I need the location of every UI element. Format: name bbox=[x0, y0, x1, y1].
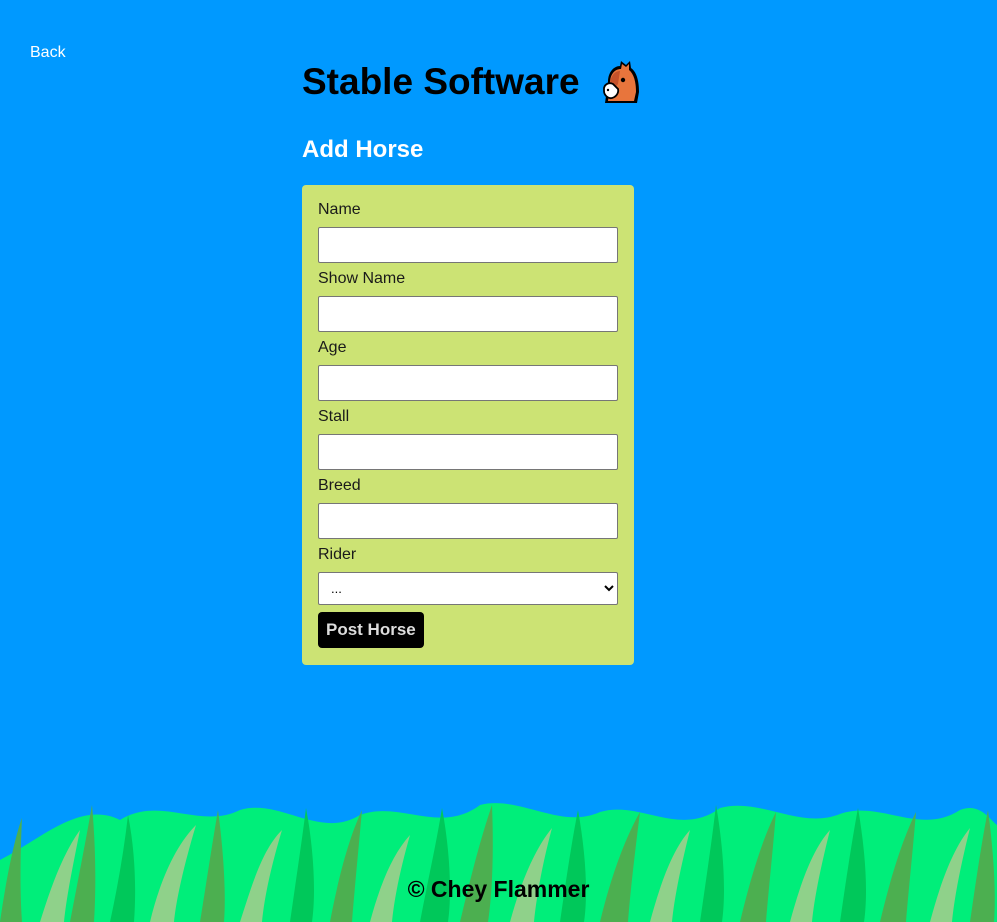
page-title: Stable Software bbox=[302, 61, 580, 102]
stall-input[interactable] bbox=[318, 434, 618, 470]
name-input[interactable] bbox=[318, 227, 618, 263]
horse-face-icon bbox=[602, 61, 639, 103]
header: Stable Software bbox=[302, 58, 644, 106]
add-horse-form: Name Show Name Age Stall Breed Rider ...… bbox=[302, 185, 634, 665]
show-name-label: Show Name bbox=[318, 270, 406, 287]
post-horse-button[interactable]: Post Horse bbox=[318, 612, 424, 648]
age-input[interactable] bbox=[318, 365, 618, 401]
grass-decoration bbox=[0, 803, 997, 922]
breed-input[interactable] bbox=[318, 503, 618, 539]
form-heading: Add Horse bbox=[302, 136, 424, 163]
name-label: Name bbox=[318, 201, 361, 218]
rider-label: Rider bbox=[318, 546, 357, 563]
age-label: Age bbox=[318, 339, 347, 356]
rider-select[interactable]: ... bbox=[318, 572, 618, 605]
show-name-input[interactable] bbox=[318, 296, 618, 332]
breed-label: Breed bbox=[318, 477, 361, 494]
stall-label: Stall bbox=[318, 408, 350, 425]
back-link[interactable]: Back bbox=[30, 44, 66, 62]
footer-copyright: © Chey Flammer bbox=[407, 876, 590, 902]
